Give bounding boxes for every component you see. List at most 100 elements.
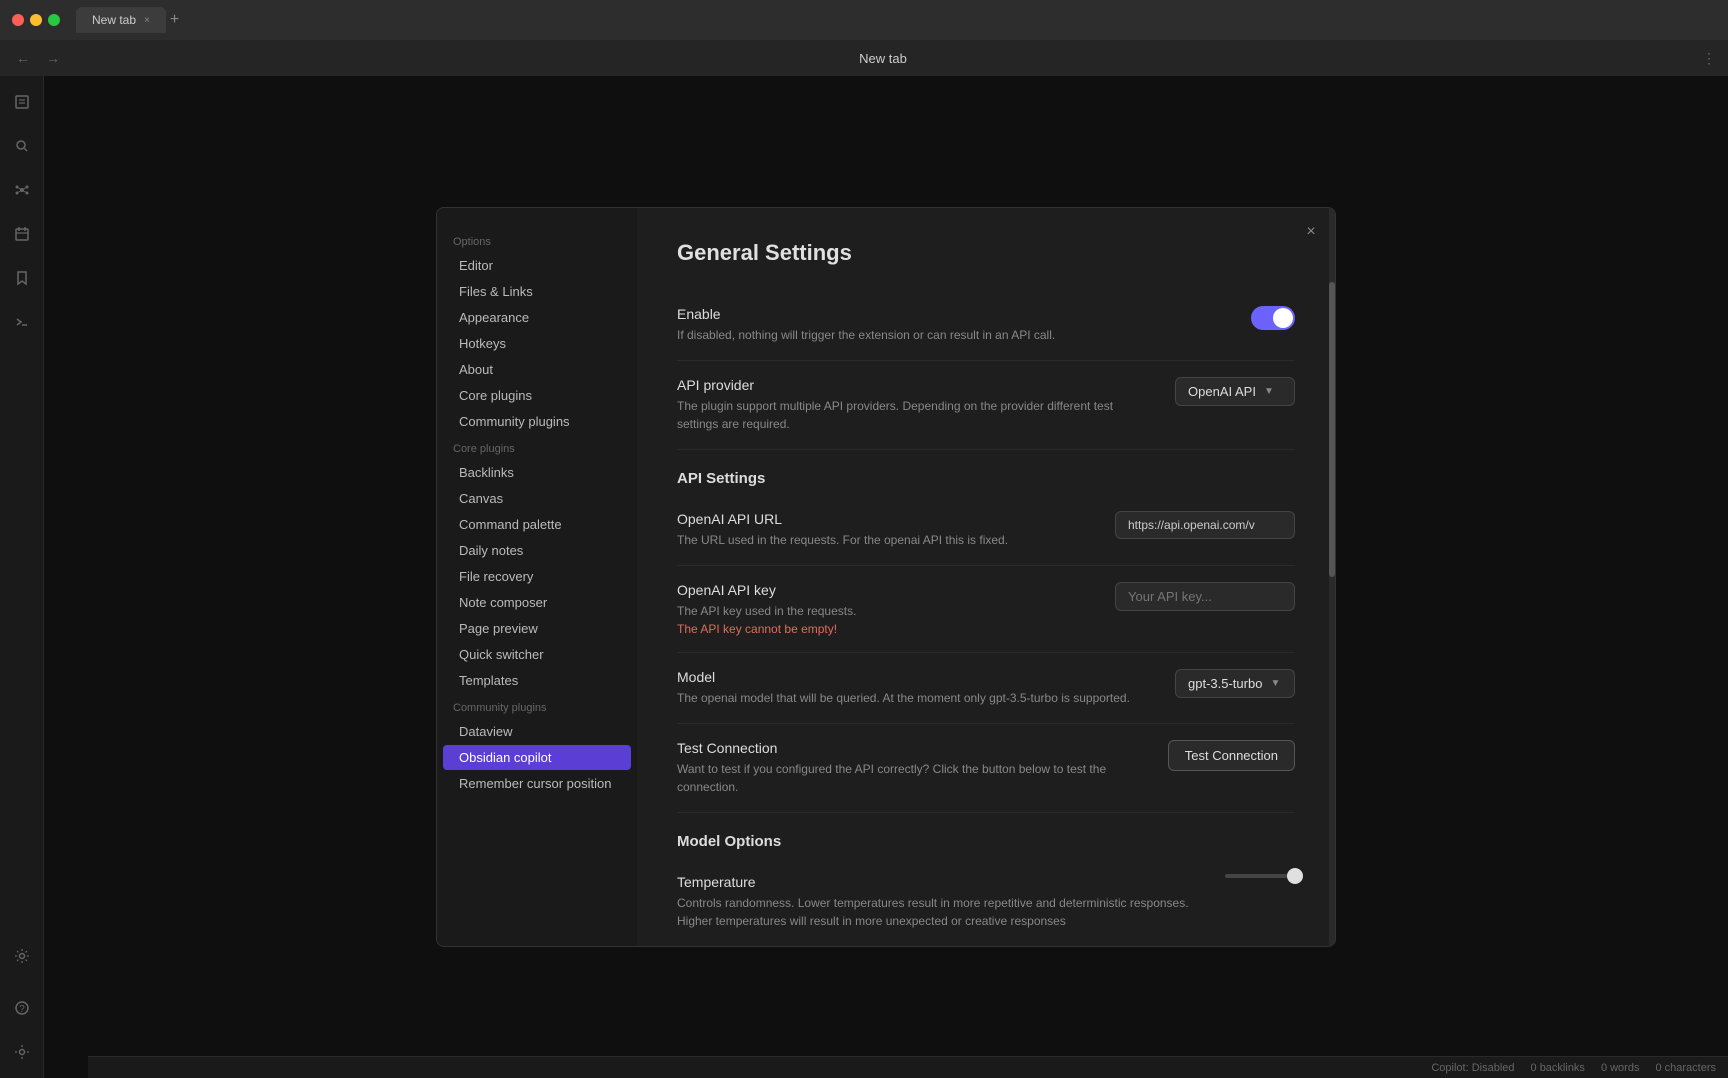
nav-item-note-composer[interactable]: Note composer — [443, 590, 631, 615]
openai-url-input[interactable]: https://api.openai.com/v — [1115, 511, 1295, 539]
settings-title: General Settings — [677, 240, 1295, 266]
openai-url-label: OpenAI API URL — [677, 511, 1091, 527]
settings-sidebar: Options Editor Files & Links Appearance … — [437, 208, 637, 946]
nav-item-community-plugins[interactable]: Community plugins — [443, 409, 631, 434]
sidebar-gear-icon[interactable] — [8, 1038, 36, 1066]
modal-overlay: × Options Editor Files & Links Appearanc… — [44, 76, 1728, 1078]
temperature-label: Temperature — [677, 874, 1201, 890]
openai-key-setting: OpenAI API key The API key used in the r… — [677, 566, 1295, 653]
api-provider-value: OpenAI API — [1188, 384, 1256, 399]
temperature-slider-container — [1225, 874, 1295, 878]
model-desc: The openai model that will be queried. A… — [677, 689, 1151, 707]
model-label: Model — [677, 669, 1151, 685]
api-provider-desc: The plugin support multiple API provider… — [677, 397, 1151, 433]
test-connection-desc: Want to test if you configured the API c… — [677, 760, 1144, 796]
scrollbar[interactable] — [1329, 208, 1335, 946]
modal-close-button[interactable]: × — [1299, 220, 1323, 244]
temperature-slider-thumb[interactable] — [1287, 868, 1303, 884]
sidebar-files-icon[interactable] — [8, 88, 36, 116]
nav-item-about[interactable]: About — [443, 357, 631, 382]
nav-item-quick-switcher[interactable]: Quick switcher — [443, 642, 631, 667]
sidebar-bookmark-icon[interactable] — [8, 264, 36, 292]
address-bar[interactable]: New tab — [72, 51, 1694, 66]
dropdown-arrow-icon: ▼ — [1264, 386, 1274, 397]
model-setting: Model The openai model that will be quer… — [677, 653, 1295, 724]
forward-button[interactable]: → — [42, 46, 64, 70]
enable-toggle-thumb — [1273, 308, 1293, 328]
nav-item-editor[interactable]: Editor — [443, 253, 631, 278]
api-provider-dropdown[interactable]: OpenAI API ▼ — [1175, 377, 1295, 406]
openai-key-desc: The API key used in the requests. — [677, 602, 1091, 620]
sidebar-graph-icon[interactable] — [8, 176, 36, 204]
model-value: gpt-3.5-turbo — [1188, 676, 1262, 691]
nav-item-templates[interactable]: Templates — [443, 668, 631, 693]
sidebar-calendar-icon[interactable] — [8, 220, 36, 248]
enable-desc: If disabled, nothing will trigger the ex… — [677, 326, 1227, 344]
main-area: × Options Editor Files & Links Appearanc… — [44, 76, 1728, 1078]
nav-item-hotkeys[interactable]: Hotkeys — [443, 331, 631, 356]
word-count: 0 words — [1601, 1062, 1640, 1074]
traffic-lights — [12, 14, 60, 26]
temperature-slider-track — [1225, 874, 1295, 878]
scroll-thumb[interactable] — [1329, 282, 1335, 577]
sidebar-search-icon[interactable] — [8, 132, 36, 160]
openai-key-error: The API key cannot be empty! — [677, 622, 1091, 636]
sidebar-terminal-icon[interactable] — [8, 308, 36, 336]
test-connection-button[interactable]: Test Connection — [1168, 740, 1295, 771]
nav-item-page-preview[interactable]: Page preview — [443, 616, 631, 641]
nav-item-file-recovery[interactable]: File recovery — [443, 564, 631, 589]
nav-item-backlinks[interactable]: Backlinks — [443, 460, 631, 485]
temperature-desc: Controls randomness. Lower temperatures … — [677, 894, 1201, 930]
new-tab-button[interactable]: + — [170, 11, 179, 29]
nav-item-dataview[interactable]: Dataview — [443, 719, 631, 744]
core-plugins-section-label: Core plugins — [437, 435, 637, 459]
test-connection-label: Test Connection — [677, 740, 1144, 756]
sidebar-settings-icon[interactable] — [8, 942, 36, 970]
community-plugins-section-label: Community plugins — [437, 694, 637, 718]
character-count: 0 characters — [1655, 1062, 1716, 1074]
browser-tab[interactable]: New tab × — [76, 7, 166, 33]
nav-item-obsidian-copilot[interactable]: Obsidian copilot — [443, 745, 631, 770]
nav-item-command-palette[interactable]: Command palette — [443, 512, 631, 537]
tab-close-icon[interactable]: × — [144, 15, 150, 26]
nav-item-core-plugins[interactable]: Core plugins — [443, 383, 631, 408]
model-dropdown[interactable]: gpt-3.5-turbo ▼ — [1175, 669, 1295, 698]
options-section-label: Options — [437, 228, 637, 252]
nav-item-daily-notes[interactable]: Daily notes — [443, 538, 631, 563]
tab-title: New tab — [92, 13, 136, 27]
browser-toolbar: ← → New tab ⋮ — [0, 40, 1728, 76]
browser-tabs: New tab × + — [76, 7, 179, 33]
browser-chrome: New tab × + — [0, 0, 1728, 40]
temperature-setting: Temperature Controls randomness. Lower t… — [677, 858, 1295, 946]
backlinks-count: 0 backlinks — [1531, 1062, 1585, 1074]
back-button[interactable]: ← — [12, 46, 34, 70]
nav-item-remember-cursor[interactable]: Remember cursor position — [443, 771, 631, 796]
enable-setting: Enable If disabled, nothing will trigger… — [677, 290, 1295, 361]
minimize-traffic-light[interactable] — [30, 14, 42, 26]
model-options-header: Model Options — [677, 813, 1295, 858]
close-traffic-light[interactable] — [12, 14, 24, 26]
openai-url-setting: OpenAI API URL The URL used in the reque… — [677, 495, 1295, 566]
openai-key-input[interactable] — [1115, 582, 1295, 611]
nav-item-appearance[interactable]: Appearance — [443, 305, 631, 330]
openai-url-desc: The URL used in the requests. For the op… — [677, 531, 1091, 549]
nav-item-canvas[interactable]: Canvas — [443, 486, 631, 511]
nav-item-files-links[interactable]: Files & Links — [443, 279, 631, 304]
more-options-icon[interactable]: ⋮ — [1702, 50, 1716, 67]
app-container: ? × Options Editor Files & Links Appeara — [0, 76, 1728, 1078]
svg-text:?: ? — [19, 1004, 25, 1015]
api-provider-setting: API provider The plugin support multiple… — [677, 361, 1295, 450]
model-dropdown-arrow-icon: ▼ — [1270, 678, 1280, 689]
enable-label: Enable — [677, 306, 1227, 322]
settings-content: General Settings Enable If disabled, not… — [637, 208, 1335, 946]
api-settings-header: API Settings — [677, 450, 1295, 495]
sidebar-help-icon[interactable]: ? — [8, 994, 36, 1022]
left-sidebar: ? — [0, 76, 44, 1078]
maximize-traffic-light[interactable] — [48, 14, 60, 26]
copilot-status: Copilot: Disabled — [1431, 1062, 1514, 1074]
api-provider-label: API provider — [677, 377, 1151, 393]
openai-key-label: OpenAI API key — [677, 582, 1091, 598]
settings-modal: × Options Editor Files & Links Appearanc… — [436, 207, 1336, 947]
test-connection-setting: Test Connection Want to test if you conf… — [677, 724, 1295, 813]
enable-toggle[interactable] — [1251, 306, 1295, 330]
